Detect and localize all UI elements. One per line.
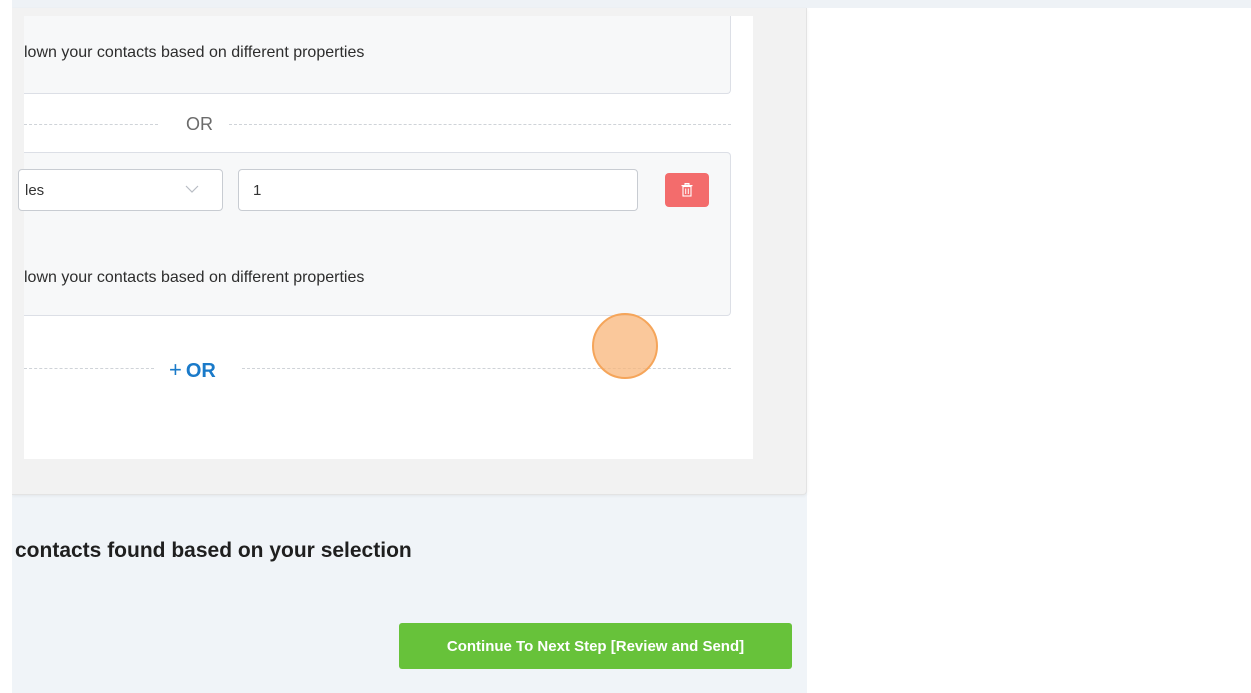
field-select-value: les: [25, 182, 45, 199]
field-select[interactable]: les: [18, 169, 223, 211]
or-label: OR: [186, 114, 213, 134]
top-strip: [0, 0, 1251, 8]
delete-condition-button[interactable]: [665, 173, 709, 207]
right-blank-area: [807, 8, 1251, 693]
plus-icon: +: [169, 357, 182, 382]
click-indicator: [592, 313, 658, 379]
add-or-label: OR: [185, 360, 216, 382]
dashed-line: [242, 368, 731, 369]
condition-value-input[interactable]: [238, 169, 638, 211]
contacts-found-text: contacts found based on your selection: [15, 539, 412, 562]
segment-card: lown your contacts based on different pr…: [12, 8, 807, 495]
dashed-line: [24, 368, 154, 369]
continue-next-step-button[interactable]: Continue To Next Step [Review and Send]: [399, 623, 792, 669]
group-description: lown your contacts based on different pr…: [24, 269, 365, 286]
trash-icon: [681, 183, 693, 197]
left-edge: [0, 0, 12, 693]
condition-group-2: les lown your contacts based on differen…: [18, 152, 731, 316]
dashed-line: [229, 124, 731, 125]
add-or-button[interactable]: + OR: [169, 357, 216, 383]
or-separator: OR: [24, 114, 731, 134]
dashed-line: [24, 124, 158, 125]
chevron-down-icon: [185, 185, 199, 193]
conditions-panel: lown your contacts based on different pr…: [18, 16, 753, 459]
group-description: lown your contacts based on different pr…: [24, 44, 365, 61]
condition-group-1: lown your contacts based on different pr…: [24, 16, 731, 94]
